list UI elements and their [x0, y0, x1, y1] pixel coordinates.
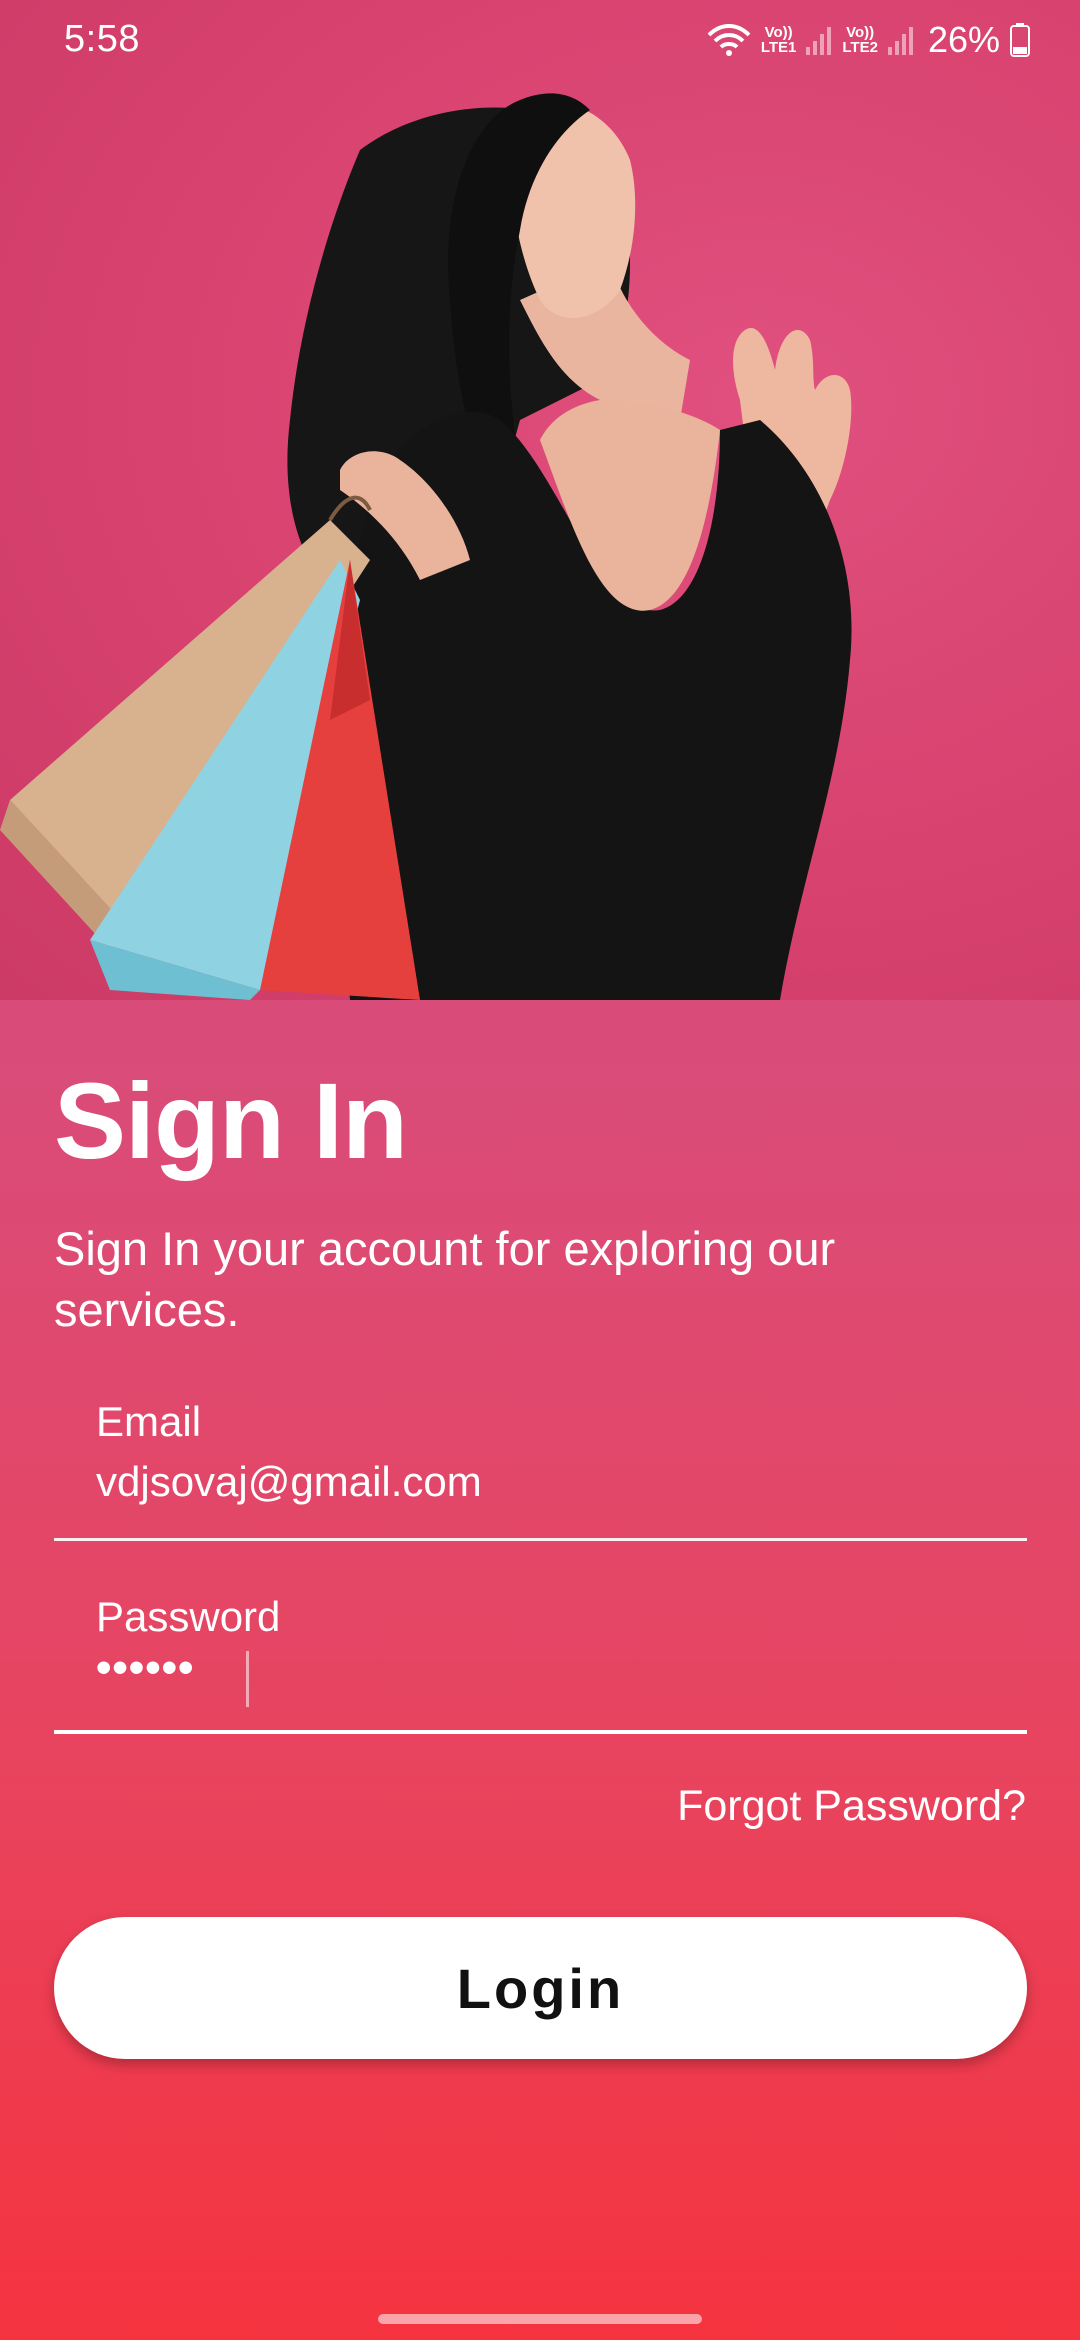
sim2-label: Vo)) LTE2 — [842, 25, 878, 55]
sim1-volte: Vo)) — [764, 24, 793, 41]
password-label: Password — [96, 1593, 281, 1640]
forgot-password-link[interactable]: Forgot Password? — [677, 1782, 1026, 1831]
sim1-label: Vo)) LTE1 — [761, 25, 797, 55]
sim2-lte: LTE2 — [842, 39, 878, 56]
hero-image — [0, 0, 1080, 1000]
wifi-icon — [707, 23, 751, 57]
login-button[interactable]: Login — [54, 1917, 1027, 2059]
page-subtitle: Sign In your account for exploring our s… — [54, 1222, 836, 1336]
password-input[interactable]: •••••• — [96, 1643, 194, 1693]
signal-icon — [887, 25, 914, 55]
battery-icon — [1010, 23, 1030, 57]
battery-percent: 26% — [927, 19, 1000, 60]
status-bar: 5:58 Vo)) LTE1 Vo)) LTE2 26% — [0, 0, 1080, 80]
status-icons: Vo)) LTE1 Vo)) LTE2 26% — [707, 18, 1030, 62]
signal-icon — [806, 25, 832, 55]
email-field[interactable]: Email vdjsovaj@gmail.com — [54, 1390, 1027, 1541]
email-label: Email — [96, 1398, 202, 1445]
text-cursor — [246, 1651, 249, 1707]
status-time: 5:58 — [64, 18, 140, 60]
sim1-lte: LTE1 — [760, 39, 797, 56]
woman-with-shopping-bags-photo — [0, 93, 852, 1000]
page-title: Sign In — [54, 1060, 408, 1181]
home-indicator[interactable] — [378, 2314, 702, 2324]
email-input[interactable]: vdjsovaj@gmail.com — [96, 1458, 482, 1506]
sim2-volte: Vo)) — [846, 24, 875, 41]
password-field[interactable]: Password •••••• — [54, 1585, 1027, 1734]
